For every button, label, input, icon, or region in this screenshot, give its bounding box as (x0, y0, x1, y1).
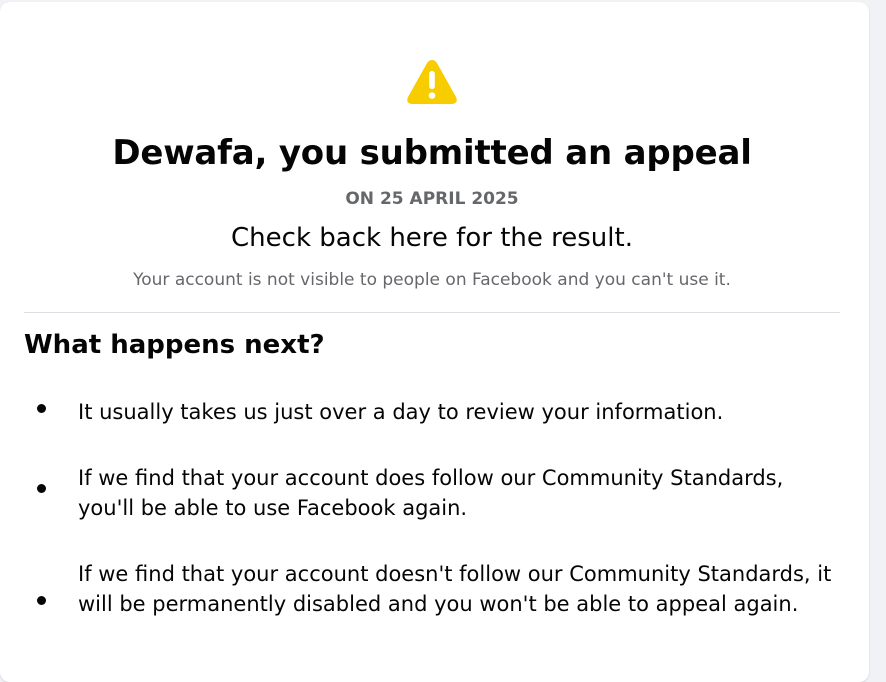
bullet-icon (37, 404, 46, 413)
divider (24, 312, 840, 313)
bullet-icon (37, 596, 46, 605)
appeal-date: ON 25 APRIL 2025 (345, 189, 519, 209)
list-item: If we find that your account does follow… (78, 466, 784, 520)
list-item: If we find that your account doesn't fol… (78, 562, 832, 616)
list-item: It usually takes us just over a day to r… (78, 400, 724, 424)
check-back-message: Check back here for the result. (231, 223, 633, 253)
account-visibility-note: Your account is not visible to people on… (133, 270, 731, 290)
warning-icon (407, 60, 457, 104)
page-title: Dewafa, you submitted an appeal (112, 133, 752, 173)
appeal-status-card: Dewafa, you submitted an appeal ON 25 AP… (0, 2, 869, 682)
next-steps-heading: What happens next? (24, 330, 325, 360)
bullet-icon (37, 484, 46, 493)
